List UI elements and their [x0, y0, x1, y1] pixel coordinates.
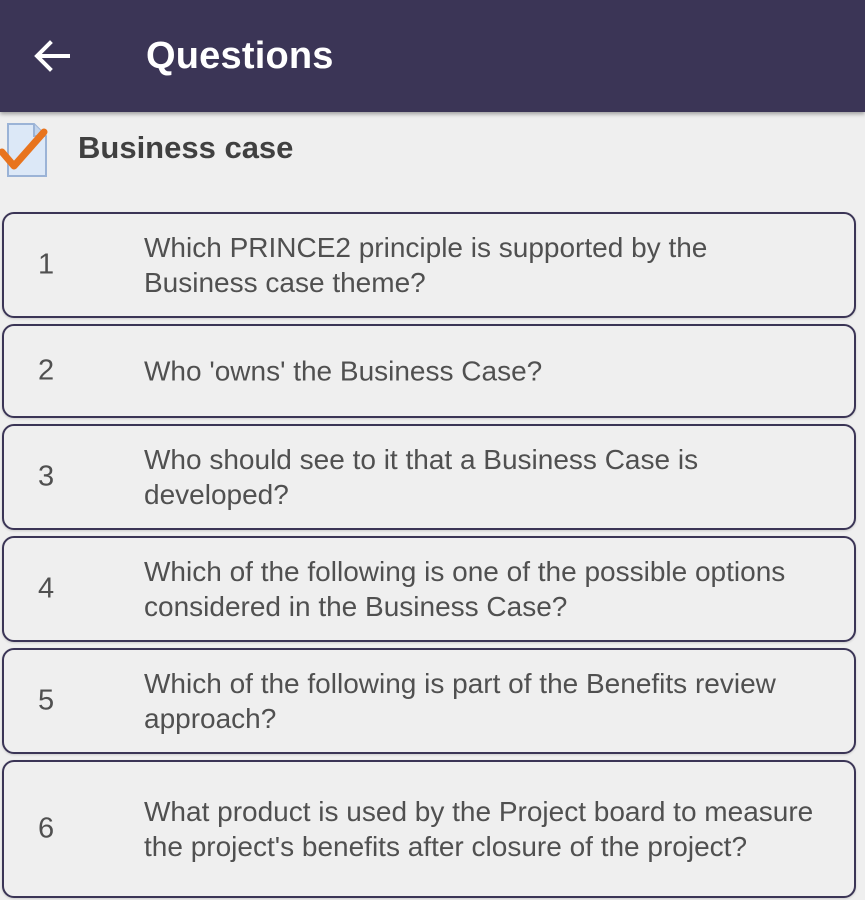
question-number: 2 — [38, 354, 55, 387]
arrow-left-icon — [34, 40, 70, 72]
back-button[interactable] — [22, 28, 82, 84]
question-number: 1 — [38, 248, 55, 281]
section-header: Business case — [0, 118, 865, 182]
question-text: Who should see to it that a Business Cas… — [144, 444, 699, 510]
page-title: Questions — [146, 35, 334, 77]
section-title: Business case — [78, 130, 294, 165]
question-number: 5 — [38, 684, 55, 717]
question-text: What product is used by the Project boar… — [144, 796, 814, 862]
app-bar: Questions — [0, 0, 865, 112]
question-item[interactable]: 6 What product is used by the Project bo… — [2, 760, 856, 898]
question-text: Who 'owns' the Business Case? — [144, 355, 543, 387]
question-item[interactable]: 1 Which PRINCE2 principle is supported b… — [2, 212, 856, 318]
question-number: 6 — [38, 812, 55, 845]
question-item[interactable]: 3 Who should see to it that a Business C… — [2, 424, 856, 530]
question-text: Which of the following is part of the Be… — [144, 668, 776, 734]
question-text: Which of the following is one of the pos… — [144, 556, 786, 622]
checked-document-icon — [0, 123, 48, 177]
question-item[interactable]: 5 Which of the following is part of the … — [2, 648, 856, 754]
question-text: Which PRINCE2 principle is supported by … — [144, 232, 708, 298]
question-item[interactable]: 2 Who 'owns' the Business Case? — [2, 324, 856, 418]
question-item[interactable]: 4 Which of the following is one of the p… — [2, 536, 856, 642]
question-number: 3 — [38, 460, 55, 493]
question-number: 4 — [38, 572, 55, 605]
